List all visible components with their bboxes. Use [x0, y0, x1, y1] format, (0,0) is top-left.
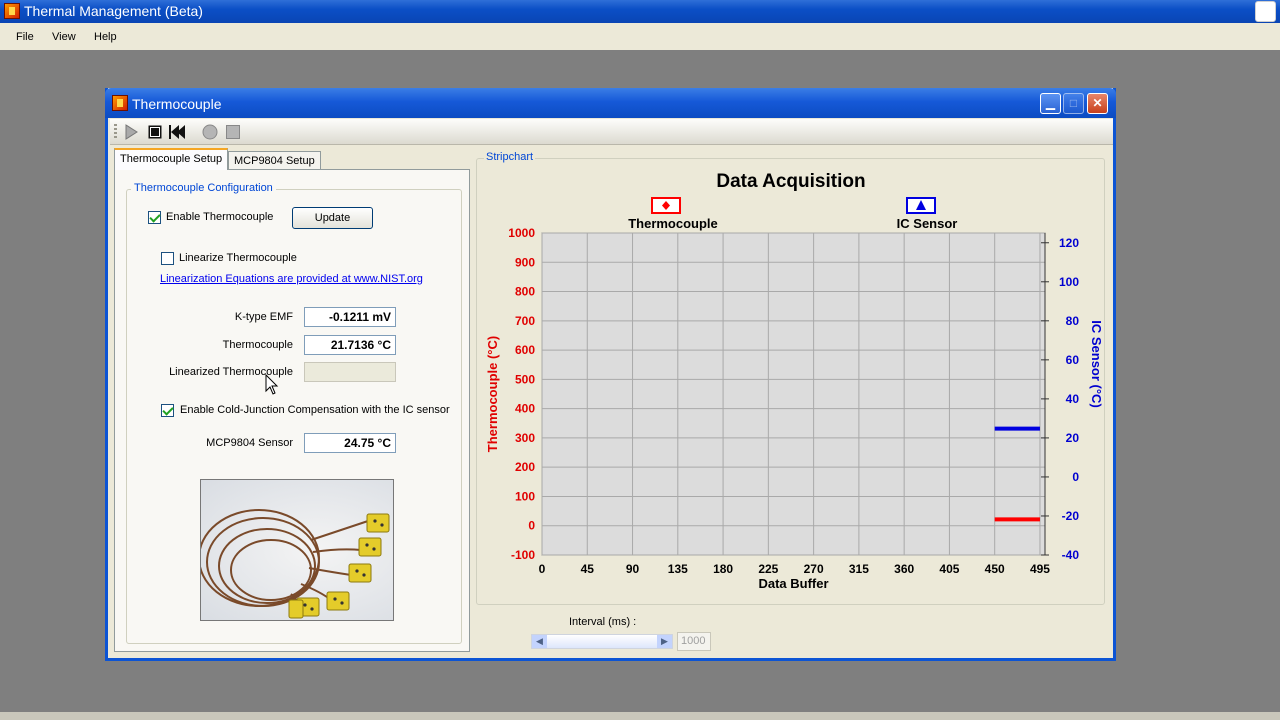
thermocouple-value: 21.7136 °C [304, 335, 396, 355]
y-tick-label: 800 [515, 285, 535, 299]
mcp-sensor-value: 24.75 °C [304, 433, 396, 453]
x-tick-label: 225 [758, 562, 778, 576]
y-tick-label: 500 [515, 372, 535, 386]
nist-link[interactable]: Linearization Equations are provided at … [160, 273, 423, 285]
child-title-bar[interactable]: Thermocouple ▁ □ ✕ [105, 88, 1116, 118]
x-tick-label: 0 [539, 562, 546, 576]
menu-view[interactable]: View [52, 31, 76, 43]
data-acquisition-chart: Data Acquisition Thermocouple IC Sensor 0… [485, 171, 1103, 591]
enable-thermocouple-label: Enable Thermocouple [166, 211, 274, 223]
x-axis-label: Data Buffer [758, 576, 828, 591]
linearized-thermocouple-value [304, 362, 396, 382]
y-tick-label: -100 [511, 548, 535, 562]
enable-thermocouple-checkbox[interactable] [148, 211, 161, 224]
y2-tick-label: 20 [1066, 431, 1080, 445]
chart-legend: Thermocouple IC Sensor [628, 197, 958, 231]
y2-tick-label: 60 [1066, 353, 1080, 367]
menu-help[interactable]: Help [94, 31, 117, 43]
cjc-label: Enable Cold-Junction Compensation with t… [180, 404, 450, 416]
emf-label: K-type EMF [234, 311, 293, 323]
x-tick-label: 45 [581, 562, 595, 576]
close-button[interactable]: ✕ [1087, 93, 1108, 114]
x-tick-label: 180 [713, 562, 733, 576]
thermocouple-window: Thermocouple ▁ □ ✕ Thermocouple Setup MC… [105, 88, 1116, 661]
scroll-left-icon[interactable]: ◀ [532, 635, 547, 648]
cjc-checkbox[interactable] [161, 404, 174, 417]
update-button[interactable]: Update [292, 207, 373, 229]
window-flame-icon [112, 95, 128, 111]
menu-bar: File View Help [0, 23, 1280, 50]
mouse-cursor-icon [265, 374, 279, 395]
x-tick-label: 495 [1030, 562, 1050, 576]
y2-tick-label: 80 [1066, 314, 1080, 328]
x-tick-label: 90 [626, 562, 640, 576]
y-tick-label: 700 [515, 314, 535, 328]
x-tick-label: 360 [894, 562, 914, 576]
config-group-label: Thermocouple Configuration [131, 182, 276, 194]
y-tick-label: 400 [515, 402, 535, 416]
y2-axis-label: IC Sensor (°C) [1089, 320, 1103, 408]
chart-title: Data Acquisition [716, 171, 865, 192]
play-icon[interactable] [121, 122, 141, 142]
y2-tick-label: -20 [1062, 509, 1080, 523]
y-tick-label: 100 [515, 489, 535, 503]
child-window-title: Thermocouple [132, 96, 222, 112]
y-axis-label: Thermocouple (°C) [485, 336, 500, 452]
legend-label: IC Sensor [897, 216, 958, 231]
main-window-title: Thermal Management (Beta) [24, 3, 203, 19]
y-tick-label: 0 [528, 519, 535, 533]
y2-tick-label: 40 [1066, 392, 1080, 406]
rewind-icon[interactable] [168, 122, 188, 142]
interval-scrollbar[interactable]: ◀ ▶ [531, 634, 673, 649]
y-tick-label: 300 [515, 431, 535, 445]
x-tick-label: 405 [939, 562, 959, 576]
thermocouple-label: Thermocouple [222, 339, 293, 351]
scroll-thumb[interactable] [547, 635, 657, 648]
scroll-right-icon[interactable]: ▶ [657, 635, 672, 648]
linearize-checkbox[interactable] [161, 252, 174, 265]
x-tick-label: 270 [804, 562, 824, 576]
tab-thermocouple-setup[interactable]: Thermocouple Setup [114, 148, 229, 170]
y2-tick-label: 100 [1059, 275, 1079, 289]
plot-area [541, 232, 1046, 556]
y-tick-label: 1000 [508, 226, 535, 240]
x-tick-label: 450 [985, 562, 1005, 576]
linearize-label: Linearize Thermocouple [179, 252, 297, 264]
interval-input[interactable]: 1000 [677, 632, 711, 651]
y2-tick-label: 120 [1059, 236, 1079, 250]
thermocouple-config-group: Thermocouple Configuration Enable Thermo… [126, 182, 462, 644]
status-bar [0, 712, 1280, 720]
x-tick-label: 315 [849, 562, 869, 576]
mcp-sensor-label: MCP9804 Sensor [206, 437, 293, 449]
minimize-button[interactable]: ▁ [1040, 93, 1061, 114]
app-flame-icon [4, 3, 20, 19]
thermocouple-setup-panel: Thermocouple Configuration Enable Thermo… [114, 169, 470, 652]
emf-value: -0.1211 mV [304, 307, 396, 327]
tab-mcp9804-setup[interactable]: MCP9804 Setup [228, 151, 321, 171]
menu-file[interactable]: File [16, 31, 34, 43]
main-title-bar[interactable]: Thermal Management (Beta) [0, 0, 1280, 23]
thermocouple-photo [200, 479, 394, 621]
main-maximize-button[interactable] [1255, 1, 1276, 22]
y2-tick-label: 0 [1072, 470, 1079, 484]
record-icon[interactable] [200, 122, 220, 142]
maximize-button[interactable]: □ [1063, 93, 1084, 114]
y-tick-label: 900 [515, 255, 535, 269]
toolbar [110, 119, 1113, 145]
y2-tick-label: -40 [1062, 548, 1080, 562]
toolbar-grip[interactable] [114, 124, 117, 140]
square-icon[interactable] [223, 122, 243, 142]
interval-label: Interval (ms) : [569, 616, 637, 628]
legend-label: Thermocouple [628, 216, 718, 231]
y-tick-label: 600 [515, 343, 535, 357]
y-tick-label: 200 [515, 460, 535, 474]
stop-icon[interactable] [145, 122, 165, 142]
x-tick-label: 135 [668, 562, 688, 576]
